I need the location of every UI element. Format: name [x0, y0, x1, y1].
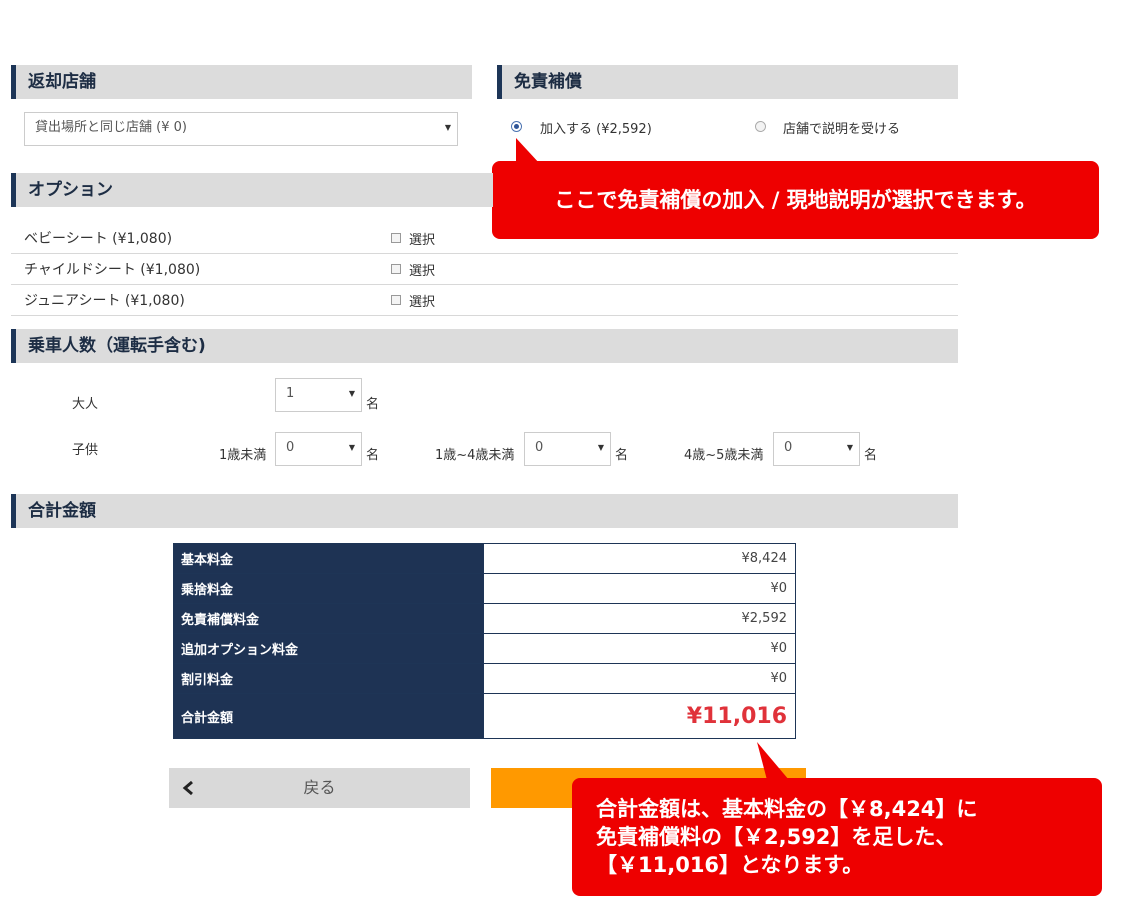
- child-count-select-4to5[interactable]: 0 ▼: [773, 432, 860, 466]
- child-count-value: 0: [286, 440, 295, 455]
- return-store-select-value: 貸出場所と同じ店舗 (¥ 0): [35, 120, 187, 135]
- grand-total-value: ¥11,016: [483, 693, 796, 739]
- table-row: 免責補償料金 ¥2,592: [173, 603, 796, 634]
- back-button[interactable]: 戻る: [169, 768, 470, 808]
- dropdown-arrow-icon: ▼: [348, 389, 355, 398]
- total-row-label: 追加オプション料金: [173, 633, 484, 664]
- total-table: 基本料金 ¥8,424 乗捨料金 ¥0 免責補償料金 ¥2,592 追加オプショ…: [173, 543, 796, 739]
- total-header: 合計金額: [11, 494, 958, 528]
- adult-count-value: 1: [286, 386, 295, 401]
- child-count-select-1to4[interactable]: 0 ▼: [524, 432, 611, 466]
- unit-label: 名: [366, 448, 380, 463]
- insurance-join-label: 加入する (¥2,592): [540, 122, 652, 137]
- option-check-label: 選択: [409, 264, 436, 279]
- return-store-select[interactable]: 貸出場所と同じ店舗 (¥ 0) ▼: [24, 112, 458, 146]
- child-age-label: 1歳未満: [219, 448, 267, 463]
- callout-bottom-line: 免責補償料の【￥2,592】を足した、: [596, 825, 957, 849]
- callout-bottom-line: 合計金額は、基本料金の【￥8,424】に: [596, 797, 978, 821]
- total-row-label: 乗捨料金: [173, 573, 484, 604]
- dropdown-arrow-icon: ▼: [846, 443, 853, 452]
- total-row-label: 割引料金: [173, 663, 484, 694]
- option-label: ジュニアシート (¥1,080): [24, 293, 185, 309]
- total-row-value: ¥0: [483, 633, 796, 664]
- total-row-value: ¥0: [483, 663, 796, 694]
- child-label: 子供: [72, 443, 99, 458]
- child-count-select-under1[interactable]: 0 ▼: [275, 432, 362, 466]
- total-row-value: ¥8,424: [483, 543, 796, 574]
- option-checkbox[interactable]: [391, 264, 401, 274]
- table-row: 乗捨料金 ¥0: [173, 573, 796, 604]
- callout-top-text: ここで免責補償の加入 / 現地説明が選択できます。: [554, 188, 1037, 212]
- option-check-label: 選択: [409, 233, 436, 248]
- adult-count-select[interactable]: 1 ▼: [275, 378, 362, 412]
- callout-bottom-pointer: [757, 742, 789, 780]
- total-row-value: ¥0: [483, 573, 796, 604]
- total-row-label: 基本料金: [173, 543, 484, 574]
- total-row-value: ¥2,592: [483, 603, 796, 634]
- insurance-explain-label: 店舗で説明を受ける: [783, 122, 901, 137]
- dropdown-arrow-icon: ▼: [597, 443, 604, 452]
- child-count-value: 0: [535, 440, 544, 455]
- option-label: チャイルドシート (¥1,080): [24, 262, 201, 278]
- option-check-label: 選択: [409, 295, 436, 310]
- option-label: ベビーシート (¥1,080): [24, 231, 173, 247]
- child-count-value: 0: [784, 440, 793, 455]
- unit-label: 名: [615, 448, 629, 463]
- dropdown-arrow-icon: ▼: [348, 443, 355, 452]
- insurance-explain-radio[interactable]: [755, 121, 766, 132]
- unit-label: 名: [864, 448, 878, 463]
- adult-label: 大人: [72, 397, 99, 412]
- back-button-label: 戻る: [303, 778, 336, 797]
- return-store-header: 返却店舗: [11, 65, 472, 99]
- unit-label: 名: [366, 397, 380, 412]
- grand-total-row: 合計金額 ¥11,016: [173, 693, 796, 739]
- callout-bottom-line: 【￥11,016】となります。: [596, 853, 864, 877]
- grand-total-label: 合計金額: [173, 693, 484, 739]
- table-row: 追加オプション料金 ¥0: [173, 633, 796, 664]
- table-row: 割引料金 ¥0: [173, 663, 796, 694]
- dropdown-arrow-icon: ▼: [444, 123, 451, 132]
- child-age-label: 4歳~5歳未満: [684, 448, 764, 463]
- option-checkbox[interactable]: [391, 233, 401, 243]
- insurance-header: 免責補償: [497, 65, 958, 99]
- options-header: オプション: [11, 173, 493, 207]
- option-checkbox[interactable]: [391, 295, 401, 305]
- insurance-join-radio[interactable]: [511, 121, 522, 132]
- table-row: 基本料金 ¥8,424: [173, 543, 796, 574]
- total-row-label: 免責補償料金: [173, 603, 484, 634]
- child-age-label: 1歳~4歳未満: [435, 448, 515, 463]
- passengers-header: 乗車人数（運転手含む): [11, 329, 958, 363]
- callout-bottom: 合計金額は、基本料金の【￥8,424】に 免責補償料の【￥2,592】を足した、…: [572, 778, 1102, 896]
